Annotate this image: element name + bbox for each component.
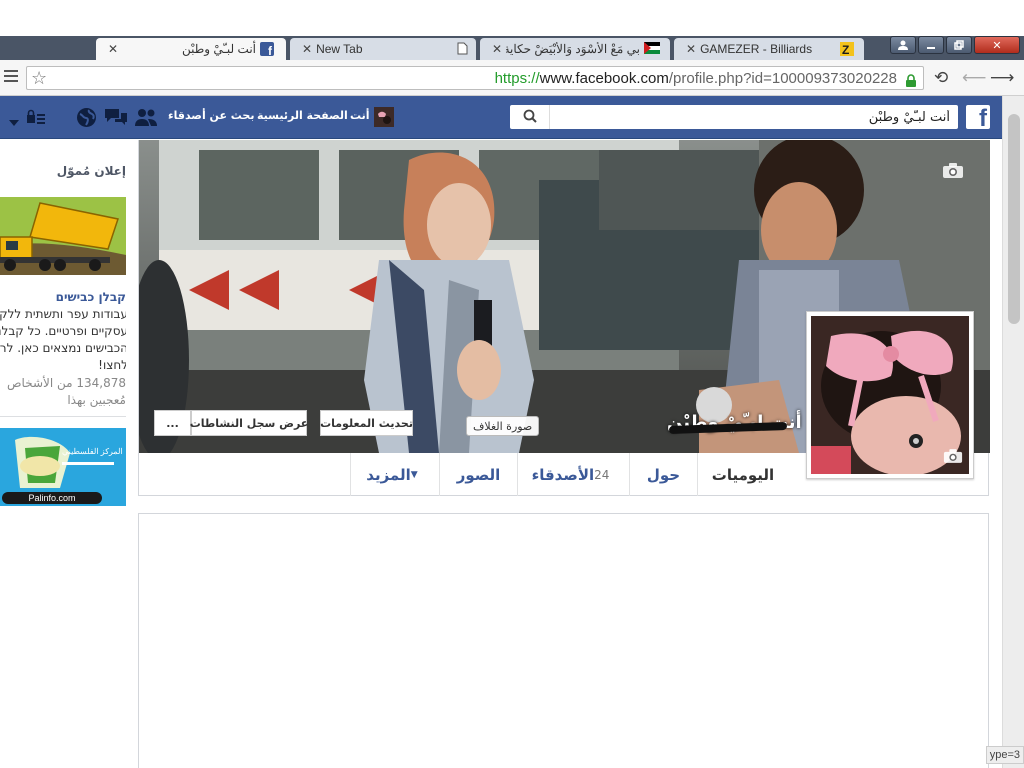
tab-facebook-profile[interactable]: ✕ أنت لبـّيْ وطبْن f <box>96 38 286 60</box>
profile-picture[interactable] <box>806 311 974 479</box>
tab-about[interactable]: حول <box>629 453 697 496</box>
friend-requests-icon[interactable] <box>134 107 158 131</box>
browser-tab-bar: ✕ أنت لبـّيْ وطبْن f ✕ New Tab ✕ بي مَعْ… <box>0 36 1024 92</box>
ad1-likes: 134,878 من الأشخاص <box>7 376 126 390</box>
ads-title: إعلان مُموّل <box>56 164 126 178</box>
palestine-flag-icon <box>644 42 660 56</box>
facebook-header: f أنت الصفحة الرئيسية بحث عن أصدقاء <box>0 96 1002 139</box>
search-input[interactable] <box>554 105 958 129</box>
tab-title: GAMEZER - Billiards <box>700 42 813 56</box>
ad1-text-line: עבודות עפר ותשתית ללקוח <box>0 307 126 321</box>
window-controls: ✕ <box>890 36 1020 56</box>
facebook-logo-icon[interactable]: f <box>966 105 990 131</box>
gamezer-icon: Z <box>840 42 854 57</box>
browser-toolbar: ☆ https://www.facebook.com/profile.php?i… <box>0 60 1024 96</box>
change-cover-camera-icon[interactable] <box>942 162 964 183</box>
restore-button[interactable] <box>946 36 972 54</box>
url-path: /profile.php?id=100009373020228 <box>668 70 897 87</box>
facebook-search <box>510 105 958 129</box>
ad1-text-line: עסקיים ופרטיים. כל קבלני <box>0 324 126 338</box>
search-icon <box>523 108 537 127</box>
close-tab-icon[interactable]: ✕ <box>108 42 118 56</box>
close-tab-icon[interactable]: ✕ <box>492 42 502 56</box>
sponsored-ads: إعلان مُموّل קבלן כבישים עבודות עפר ותשת… <box>0 140 126 510</box>
more-label: المزيد <box>366 465 411 484</box>
search-button[interactable] <box>510 105 550 129</box>
tab-gamezer[interactable]: ✕ GAMEZER - Billiards Z <box>674 38 864 60</box>
chevron-down-icon: ▼ <box>410 469 418 480</box>
status-bar-text: ype=3 <box>985 746 1024 764</box>
nav-home[interactable]: الصفحة الرئيسية <box>257 109 348 122</box>
svg-text:Z: Z <box>842 43 849 56</box>
facebook-icon: f <box>260 42 274 58</box>
cover-photo-label: صورة الغلاف <box>466 416 540 436</box>
address-bar[interactable]: ☆ https://www.facebook.com/profile.php?i… <box>26 66 924 90</box>
close-tab-icon[interactable]: ✕ <box>302 42 312 56</box>
forward-icon[interactable]: ⟶ <box>990 68 1014 88</box>
globe-notifications-icon[interactable] <box>76 107 97 132</box>
avatar[interactable] <box>374 107 394 131</box>
messages-icon[interactable] <box>104 107 128 131</box>
tab-title: أنت لبـّيْ وطبْن <box>181 42 256 56</box>
timeline-content <box>138 513 989 768</box>
nav-find-friends[interactable]: بحث عن أصدقاء <box>168 109 255 122</box>
tab-arabic-page[interactable]: ✕ بي مَعْ الأَسْوَد وَالأَبْيَضْ حكاية♥ … <box>480 38 670 60</box>
nav-profile[interactable]: أنت <box>350 109 370 122</box>
tab-timeline[interactable]: اليوميات <box>697 453 788 496</box>
view-activity-log-button[interactable]: عرض سجل النشاطات <box>190 410 308 436</box>
tab-photos[interactable]: الصور <box>439 453 517 496</box>
ad2-label: Palinfo.com <box>2 492 102 504</box>
profile-header: ... عرض سجل النشاطات تحديث المعلومات صور… <box>138 140 990 496</box>
ad1-title[interactable]: קבלן כבישים <box>56 290 126 304</box>
friends-count: 24 <box>594 467 610 482</box>
url-text: https://www.facebook.com/profile.php?id=… <box>495 70 897 87</box>
tab-title: بي مَعْ الأَسْوَد وَالأَبْيَضْ حكاية♥ - … <box>506 42 640 56</box>
minimize-button[interactable] <box>918 36 944 54</box>
more-options-button[interactable]: ... <box>154 410 191 436</box>
change-profile-picture-camera-icon[interactable] <box>943 448 963 468</box>
update-info-button[interactable]: تحديث المعلومات <box>320 410 413 436</box>
ad1-likes: مُعجبين بهذا <box>67 393 126 407</box>
tab-more[interactable]: المزيد ▼ <box>350 453 439 496</box>
page-scrollbar[interactable] <box>1002 96 1024 768</box>
divider <box>0 416 126 417</box>
page-icon <box>457 42 468 58</box>
ad2-image[interactable]: المركز الفلسطيني Palinfo.com <box>0 428 126 506</box>
svg-text:المركز الفلسطيني: المركز الفلسطيني <box>62 447 123 456</box>
tab-friends[interactable]: الأصدقاء 24 <box>517 453 629 496</box>
url-scheme: https:// <box>494 70 540 87</box>
close-window-button[interactable]: ✕ <box>974 36 1020 54</box>
close-tab-icon[interactable]: ✕ <box>686 42 696 56</box>
scrollbar-thumb[interactable] <box>1008 114 1020 324</box>
back-icon[interactable]: ⟵ <box>962 68 986 88</box>
privacy-lock-icon[interactable] <box>26 109 46 129</box>
bookmark-star-icon[interactable]: ☆ <box>31 68 47 89</box>
account-menu-arrow-icon[interactable] <box>8 112 20 131</box>
ad1-text-line: לחצו! <box>98 358 126 372</box>
lock-icon[interactable] <box>905 72 917 87</box>
reload-icon[interactable]: ⟲ <box>934 68 948 88</box>
ad1-text-line: הכבישים נמצאים כאן. לרשי <box>0 341 126 355</box>
tab-title: New Tab <box>316 42 363 56</box>
friends-label: الأصدقاء <box>531 465 595 484</box>
tab-new-tab[interactable]: ✕ New Tab <box>290 38 476 60</box>
url-host: www.facebook.com <box>539 70 669 87</box>
chrome-menu-icon[interactable] <box>4 70 18 84</box>
ad1-image[interactable] <box>0 197 126 275</box>
user-profile-icon[interactable] <box>890 36 916 54</box>
